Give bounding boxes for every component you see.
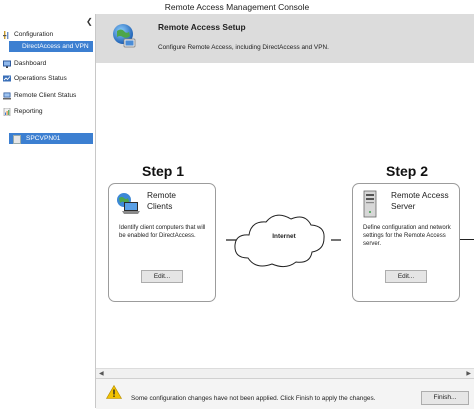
sidebar-item-remote-client-status[interactable]: Remote Client Status	[3, 90, 76, 101]
sidebar-item-dashboard[interactable]: Dashboard	[3, 58, 46, 69]
page-subtitle: Configure Remote Access, including Direc…	[158, 44, 329, 51]
dashboard-icon	[3, 60, 11, 68]
sidebar-item-label: Configuration	[14, 31, 54, 38]
operations-status-icon	[3, 75, 11, 81]
notification-message: Some configuration changes have not been…	[131, 395, 376, 402]
step-1-card: Remote Clients Identify client computers…	[108, 183, 216, 302]
window-titlebar: Remote Access Management Console	[0, 0, 474, 15]
finish-button[interactable]: Finish...	[421, 391, 469, 405]
server-icon	[13, 135, 21, 144]
main-pane: Remote Access Setup Configure Remote Acc…	[96, 14, 474, 386]
configuration-icon	[3, 30, 9, 39]
sidebar: ❮ Configuration DirectAccess and VPN Das…	[0, 14, 96, 408]
sidebar-item-operations-status[interactable]: Operations Status	[3, 73, 67, 84]
server-tower-icon	[363, 190, 377, 218]
reporting-icon	[3, 107, 11, 116]
scroll-left-icon[interactable]: ◀	[99, 370, 104, 377]
notification-bar: Some configuration changes have not been…	[96, 378, 474, 409]
remote-client-status-icon	[3, 92, 11, 99]
step-2-title: Step 2	[386, 163, 429, 179]
step-1-edit-button[interactable]: Edit...	[141, 270, 183, 283]
step-2-name-line1: Remote Access	[391, 190, 449, 200]
sidebar-item-label: Reporting	[14, 108, 43, 115]
step-1-title: Step 1	[142, 163, 185, 179]
sidebar-item-server[interactable]: SPCVPN01	[9, 133, 93, 144]
step-1-name-line1: Remote	[147, 190, 177, 200]
window-title: Remote Access Management Console	[164, 2, 310, 12]
step-2-card: Remote Access Server Define configuratio…	[352, 183, 460, 302]
sidebar-item-label: Operations Status	[14, 75, 67, 82]
sidebar-item-configuration[interactable]: Configuration	[3, 29, 53, 40]
internet-cloud-icon	[226, 214, 341, 268]
horizontal-scrollbar[interactable]: ◀ ▶	[96, 368, 474, 378]
remote-access-globe-icon	[113, 24, 136, 48]
step-2-description: Define configuration and network setting…	[363, 225, 451, 247]
sidebar-item-label: Remote Client Status	[14, 92, 77, 99]
connector-line	[460, 239, 474, 240]
step-2-edit-button[interactable]: Edit...	[385, 270, 427, 283]
step-1-description: Identify client computers that will be e…	[119, 225, 206, 239]
step-1-name-line2: Clients	[147, 201, 173, 211]
laptop-globe-icon	[117, 193, 140, 214]
scroll-right-icon[interactable]: ▶	[466, 370, 471, 377]
sidebar-item-label: Dashboard	[14, 60, 47, 67]
sidebar-item-label: DirectAccess and VPN	[22, 43, 89, 50]
sidebar-item-reporting[interactable]: Reporting	[3, 106, 43, 117]
sidebar-item-directaccess-vpn[interactable]: DirectAccess and VPN	[9, 41, 93, 52]
internet-label: Internet	[272, 233, 296, 240]
warning-icon	[106, 385, 122, 399]
collapse-chevron-icon[interactable]: ❮	[86, 17, 93, 26]
page-title: Remote Access Setup	[158, 22, 246, 32]
server-label: SPCVPN01	[26, 135, 61, 142]
step-2-name-line2: Server	[391, 201, 416, 211]
header-band: Remote Access Setup Configure Remote Acc…	[96, 14, 474, 63]
